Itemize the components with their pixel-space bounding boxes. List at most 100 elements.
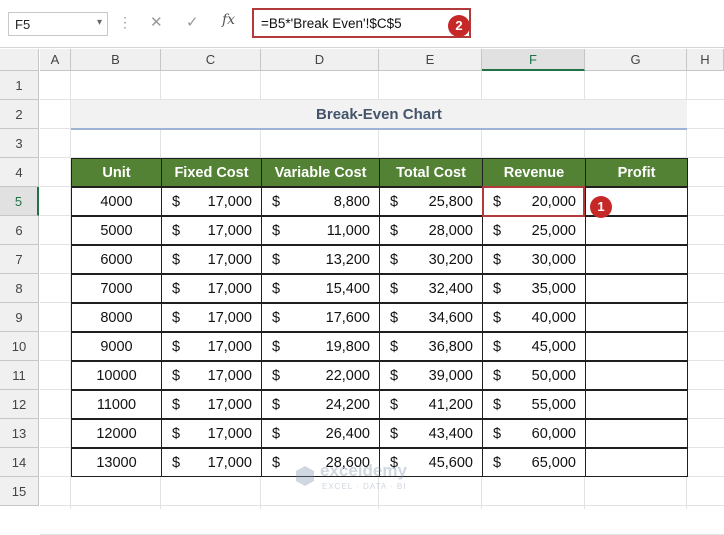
table-cell-unit[interactable]: 4000 [71, 187, 162, 216]
name-box[interactable]: F5 ▾ [8, 12, 108, 36]
currency-symbol: $ [272, 194, 281, 210]
chevron-down-icon[interactable]: ▾ [97, 17, 102, 28]
row-header-7[interactable]: 7 [0, 245, 39, 274]
table-cell-variable-cost[interactable]: $13,200 [261, 245, 380, 274]
column-header-d[interactable]: D [261, 49, 379, 71]
table-cell-profit[interactable] [585, 274, 688, 303]
amount-value: 13,200 [325, 252, 370, 268]
column-header-a[interactable]: A [40, 49, 71, 71]
table-cell-fixed-cost[interactable]: $17,000 [161, 419, 262, 448]
table-cell-revenue[interactable]: $50,000 [482, 361, 586, 390]
table-cell-variable-cost[interactable]: $15,400 [261, 274, 380, 303]
table-cell-revenue[interactable]: $35,000 [482, 274, 586, 303]
enter-icon[interactable]: ✓ [186, 13, 199, 31]
table-cell-revenue[interactable]: $40,000 [482, 303, 586, 332]
more-options-icon[interactable]: ⋮ [118, 14, 132, 31]
table-cell-revenue[interactable]: $25,000 [482, 216, 586, 245]
table-cell-total-cost[interactable]: $32,400 [379, 274, 483, 303]
insert-function-icon[interactable]: fx [222, 12, 235, 28]
header-revenue[interactable]: Revenue [482, 158, 586, 187]
table-cell-unit[interactable]: 5000 [71, 216, 162, 245]
table-cell-profit[interactable] [585, 390, 688, 419]
table-cell-total-cost[interactable]: $39,000 [379, 361, 483, 390]
table-cell-variable-cost[interactable]: $24,200 [261, 390, 380, 419]
active-cell-highlight[interactable] [482, 186, 585, 217]
row-header-1[interactable]: 1 [0, 71, 39, 100]
header-fixed-cost[interactable]: Fixed Cost [161, 158, 262, 187]
row-header-3[interactable]: 3 [0, 129, 39, 158]
table-cell-fixed-cost[interactable]: $17,000 [161, 448, 262, 477]
table-cell-fixed-cost[interactable]: $17,000 [161, 245, 262, 274]
row-header-6[interactable]: 6 [0, 216, 39, 245]
table-cell-variable-cost[interactable]: $17,600 [261, 303, 380, 332]
table-cell-revenue[interactable]: $65,000 [482, 448, 586, 477]
column-header-f[interactable]: F [482, 49, 585, 71]
header-unit[interactable]: Unit [71, 158, 162, 187]
row-header-15[interactable]: 15 [0, 477, 39, 506]
header-total-cost[interactable]: Total Cost [379, 158, 483, 187]
table-cell-total-cost[interactable]: $25,800 [379, 187, 483, 216]
table-cell-revenue[interactable]: $30,000 [482, 245, 586, 274]
row-header-11[interactable]: 11 [0, 361, 39, 390]
header-variable-cost[interactable]: Variable Cost [261, 158, 380, 187]
table-cell-variable-cost[interactable]: $19,800 [261, 332, 380, 361]
table-cell-fixed-cost[interactable]: $17,000 [161, 390, 262, 419]
sheet-title[interactable]: Break-Even Chart [71, 100, 687, 130]
table-cell-unit[interactable]: 11000 [71, 390, 162, 419]
table-cell-profit[interactable] [585, 245, 688, 274]
select-all-corner[interactable] [0, 49, 39, 71]
formula-input[interactable]: =B5*'Break Even'!$C$5 [252, 8, 471, 38]
row-header-8[interactable]: 8 [0, 274, 39, 303]
table-cell-total-cost[interactable]: $28,000 [379, 216, 483, 245]
header-profit[interactable]: Profit [585, 158, 688, 187]
column-header-b[interactable]: B [71, 49, 161, 71]
row-header-5[interactable]: 5 [0, 187, 39, 216]
table-cell-revenue[interactable]: $55,000 [482, 390, 586, 419]
amount-value: 17,000 [207, 310, 252, 326]
cancel-icon[interactable]: ✕ [150, 13, 163, 31]
table-cell-profit[interactable] [585, 361, 688, 390]
table-cell-profit[interactable] [585, 303, 688, 332]
table-cell-unit[interactable]: 13000 [71, 448, 162, 477]
row-header-2[interactable]: 2 [0, 100, 39, 129]
row-header-9[interactable]: 9 [0, 303, 39, 332]
table-cell-unit[interactable]: 10000 [71, 361, 162, 390]
table-cell-profit[interactable] [585, 332, 688, 361]
table-cell-unit[interactable]: 9000 [71, 332, 162, 361]
table-cell-variable-cost[interactable]: $11,000 [261, 216, 380, 245]
amount-value: 17,000 [207, 223, 252, 239]
table-cell-fixed-cost[interactable]: $17,000 [161, 187, 262, 216]
row-header-10[interactable]: 10 [0, 332, 39, 361]
table-cell-total-cost[interactable]: $34,600 [379, 303, 483, 332]
table-cell-unit[interactable]: 7000 [71, 274, 162, 303]
table-cell-profit[interactable] [585, 216, 688, 245]
table-cell-fixed-cost[interactable]: $17,000 [161, 274, 262, 303]
table-cell-variable-cost[interactable]: $26,400 [261, 419, 380, 448]
table-cell-revenue[interactable]: $45,000 [482, 332, 586, 361]
table-cell-fixed-cost[interactable]: $17,000 [161, 216, 262, 245]
row-header-12[interactable]: 12 [0, 390, 39, 419]
table-cell-profit[interactable] [585, 419, 688, 448]
column-header-c[interactable]: C [161, 49, 261, 71]
table-cell-profit[interactable] [585, 448, 688, 477]
column-header-h[interactable]: H [687, 49, 724, 71]
table-cell-revenue[interactable]: $60,000 [482, 419, 586, 448]
table-cell-unit[interactable]: 12000 [71, 419, 162, 448]
table-cell-total-cost[interactable]: $30,200 [379, 245, 483, 274]
table-cell-unit[interactable]: 8000 [71, 303, 162, 332]
row-header-14[interactable]: 14 [0, 448, 39, 477]
table-cell-fixed-cost[interactable]: $17,000 [161, 361, 262, 390]
column-header-g[interactable]: G [585, 49, 687, 71]
step-marker-2: 2 [448, 15, 470, 37]
row-header-13[interactable]: 13 [0, 419, 39, 448]
table-cell-fixed-cost[interactable]: $17,000 [161, 303, 262, 332]
table-cell-total-cost[interactable]: $41,200 [379, 390, 483, 419]
table-cell-variable-cost[interactable]: $22,000 [261, 361, 380, 390]
table-cell-fixed-cost[interactable]: $17,000 [161, 332, 262, 361]
column-header-e[interactable]: E [379, 49, 482, 71]
table-cell-variable-cost[interactable]: $8,800 [261, 187, 380, 216]
table-cell-total-cost[interactable]: $36,800 [379, 332, 483, 361]
row-header-4[interactable]: 4 [0, 158, 39, 187]
table-cell-unit[interactable]: 6000 [71, 245, 162, 274]
table-cell-total-cost[interactable]: $43,400 [379, 419, 483, 448]
